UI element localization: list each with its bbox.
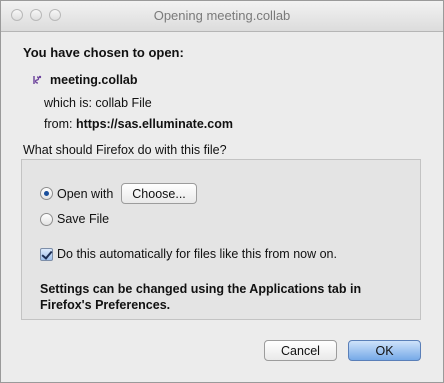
auto-action-label[interactable]: Do this automatically for files like thi…	[57, 247, 337, 261]
choose-application-button[interactable]: Choose...	[121, 183, 197, 204]
file-type-line: which is: collab File	[44, 96, 152, 110]
from-label: from:	[44, 117, 73, 131]
file-source-value: https://sas.elluminate.com	[75, 117, 233, 131]
dialog-heading: You have chosen to open:	[23, 45, 184, 60]
file-type-value: collab File	[95, 96, 152, 110]
action-question: What should Firefox do with this file?	[23, 143, 227, 157]
which-is-label: which is:	[44, 96, 92, 110]
cancel-button[interactable]: Cancel	[264, 340, 337, 361]
options-group: Open with Choose... Save File Do this au…	[21, 159, 421, 320]
open-with-label[interactable]: Open with	[57, 187, 113, 201]
settings-note: Settings can be changed using the Applic…	[40, 282, 362, 312]
collab-file-icon	[31, 74, 43, 86]
dialog-window: Opening meeting.collab You have chosen t…	[0, 0, 444, 383]
auto-action-option[interactable]: Do this automatically for files like thi…	[40, 247, 337, 261]
title-bar[interactable]: Opening meeting.collab	[1, 1, 443, 32]
auto-action-checkbox[interactable]	[40, 247, 53, 261]
file-row: meeting.collab	[31, 73, 138, 87]
window-title: Opening meeting.collab	[153, 8, 291, 23]
save-file-option[interactable]: Save File	[40, 212, 109, 226]
ok-button[interactable]: OK	[348, 340, 421, 361]
open-with-option[interactable]: Open with Choose...	[40, 183, 197, 204]
open-with-radio[interactable]	[40, 187, 53, 200]
save-file-radio[interactable]	[40, 212, 53, 226]
file-name: meeting.collab	[50, 73, 138, 87]
file-source-line: from: https://sas.elluminate.com	[44, 117, 233, 131]
save-file-label[interactable]: Save File	[57, 212, 109, 226]
